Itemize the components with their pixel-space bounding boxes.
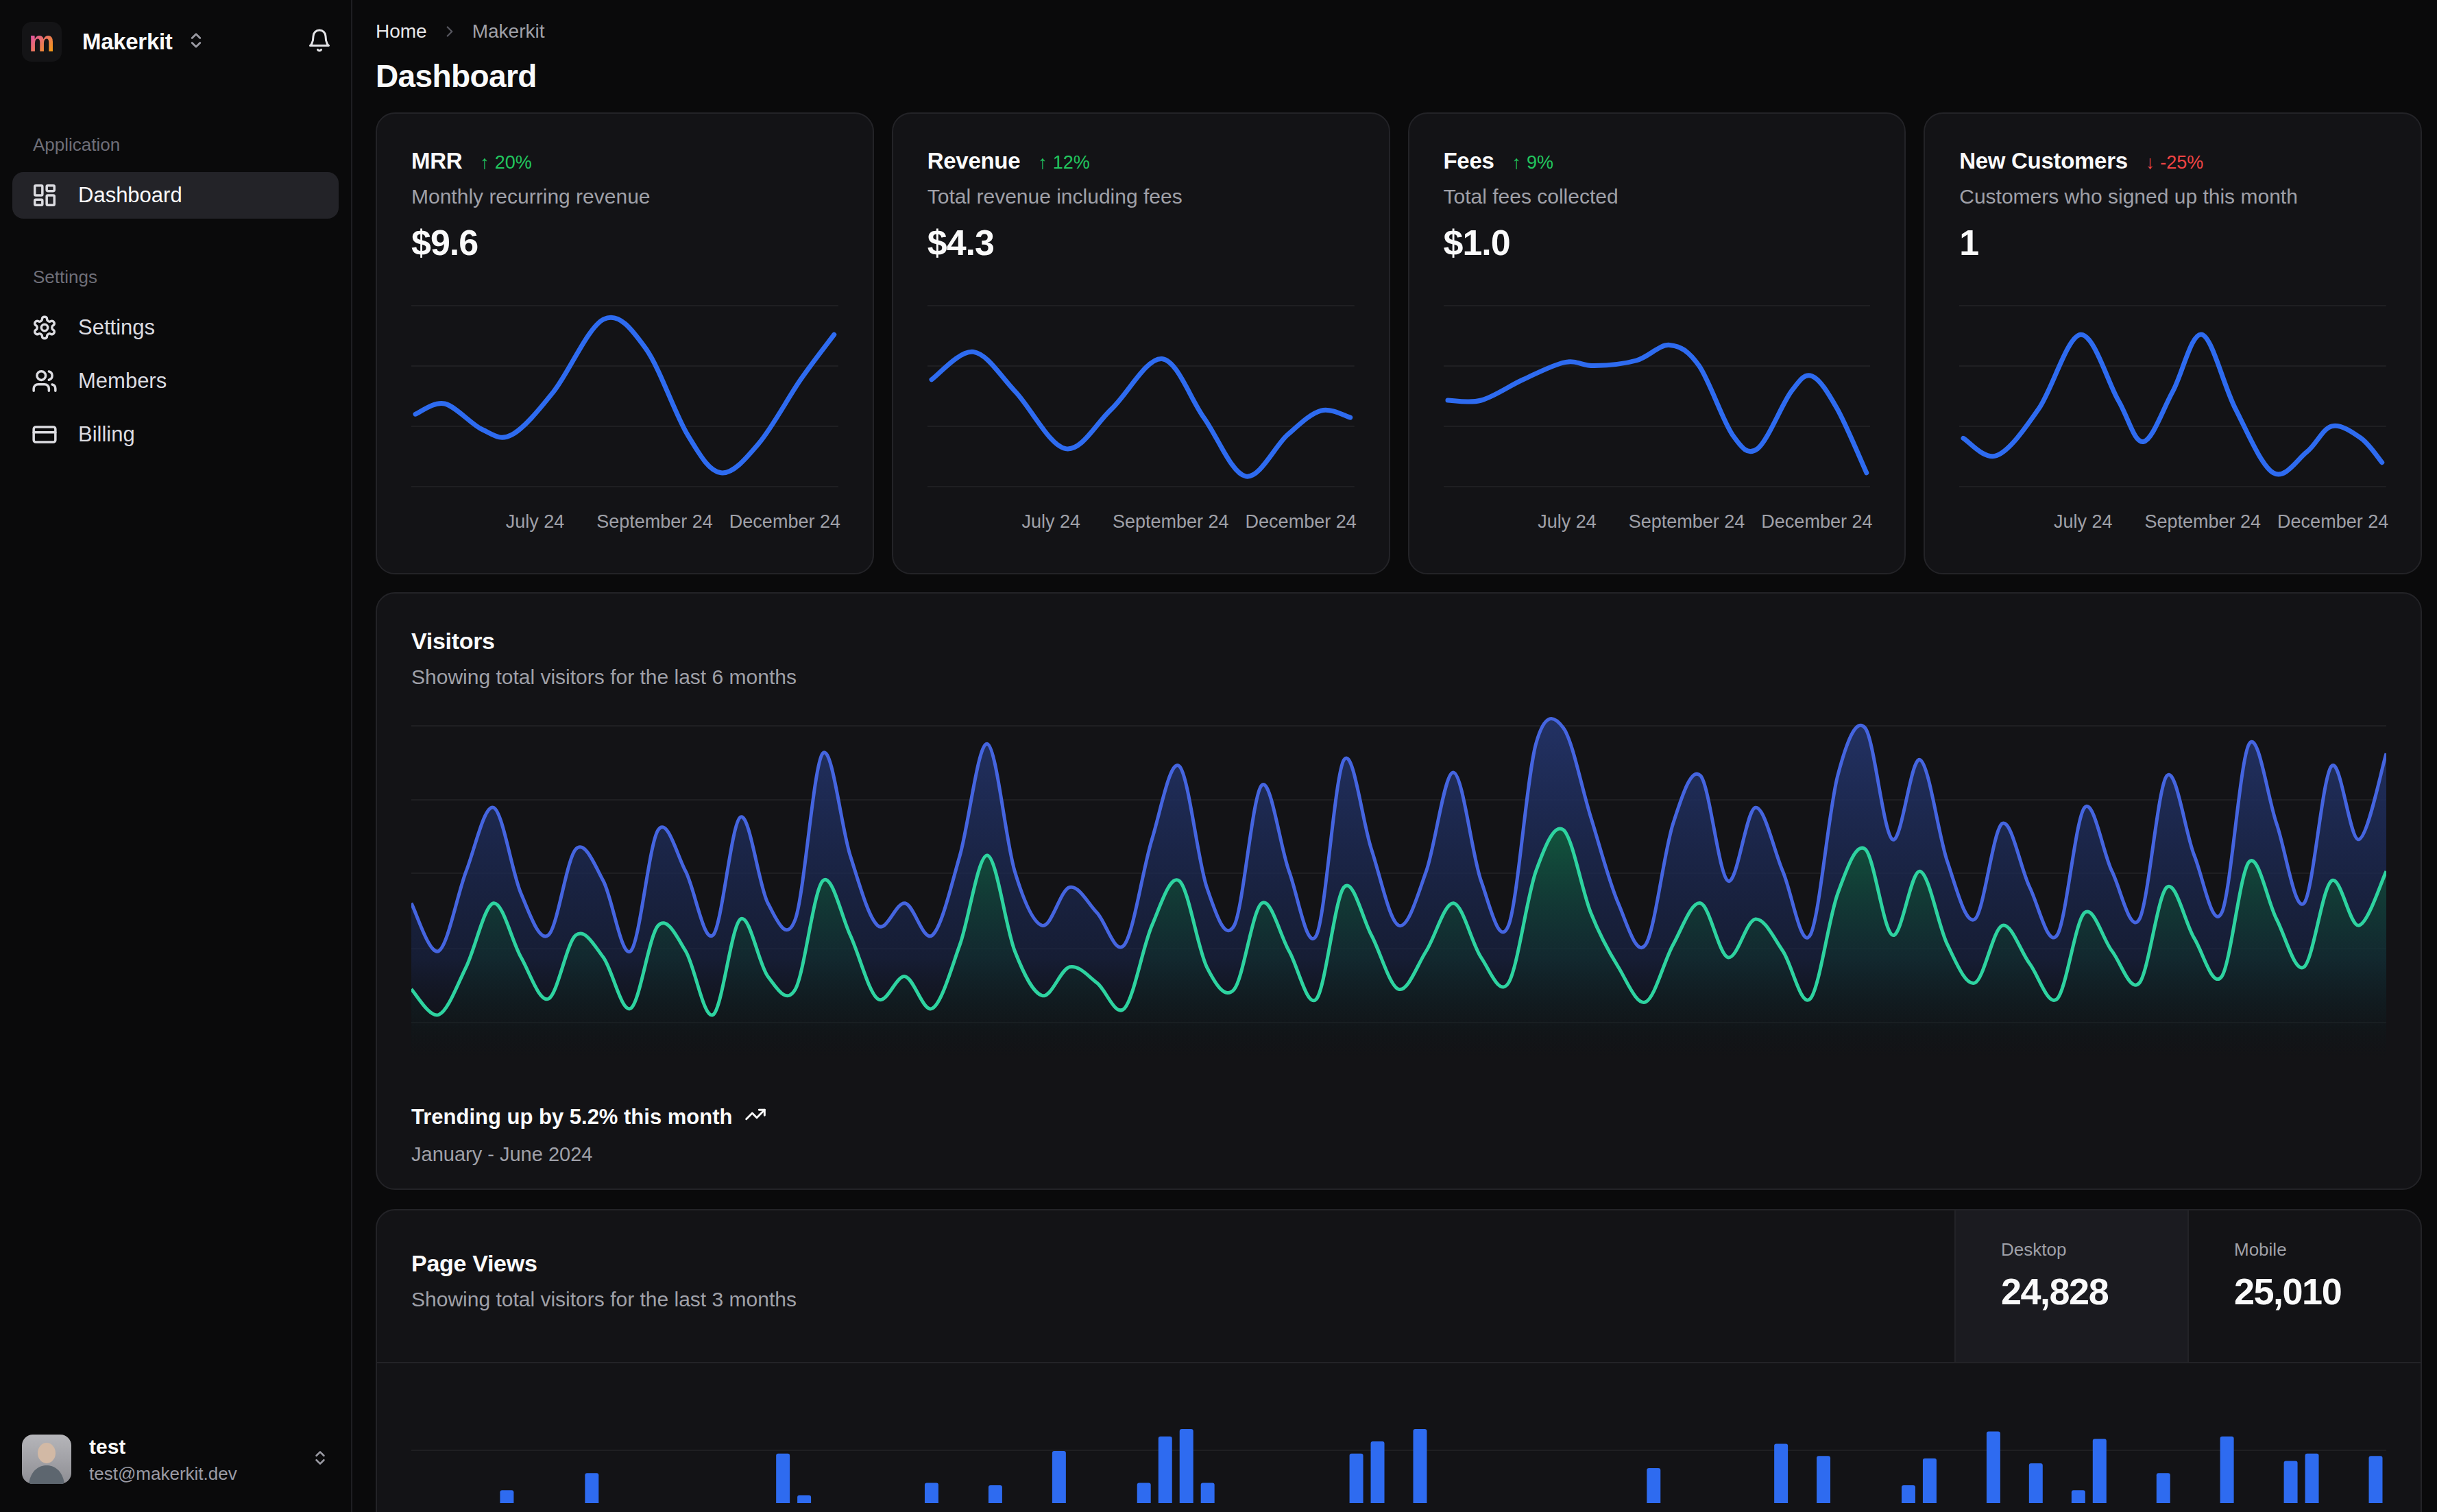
chevron-right-icon <box>441 23 459 40</box>
page-title: Dashboard <box>376 58 2422 95</box>
stat-title: Fees <box>1444 148 1494 174</box>
stat-delta: ↑12% <box>1038 152 1090 173</box>
page-views-header: Page Views Showing total visitors for th… <box>377 1210 2421 1363</box>
sidebar-item-dashboard[interactable]: Dashboard <box>12 172 339 219</box>
sidebar-item-settings[interactable]: Settings <box>12 304 339 351</box>
user-menu[interactable]: test test@makerkit.dev <box>12 1427 339 1491</box>
chevrons-up-down-icon <box>186 31 206 53</box>
stat-card-mrr: MRR ↑20% Monthly recurring revenue $9.6 July… <box>376 112 874 574</box>
stat-card-new-customers: New Customers ↓-25% Customers who signed u… <box>1924 112 2422 574</box>
trending-up-icon <box>744 1103 766 1131</box>
stat-card-fees: Fees ↑9% Total fees collected $1.0 July 24Se… <box>1408 112 1906 574</box>
stat-value: $4.3 <box>927 222 1355 263</box>
visitors-title: Visitors <box>411 628 2386 655</box>
breadcrumb-home[interactable]: Home <box>376 21 427 42</box>
stat-sparkline-chart[interactable] <box>927 297 1355 496</box>
breadcrumb-current: Makerkit <box>472 21 545 42</box>
trend-up-arrow-icon: ↑ <box>1512 152 1522 173</box>
sidebar-item-label: Members <box>78 369 167 393</box>
notifications-bell-icon[interactable] <box>307 28 332 56</box>
sidebar-item-billing[interactable]: Billing <box>12 411 339 458</box>
visitors-date-range: January - June 2024 <box>411 1143 766 1166</box>
stat-description: Total fees collected <box>1444 185 1871 208</box>
stat-card-revenue: Revenue ↑12% Total revenue including fees $… <box>892 112 1390 574</box>
stat-delta: ↑20% <box>480 152 532 173</box>
stat-cards-row: MRR ↑20% Monthly recurring revenue $9.6 July… <box>376 112 2422 574</box>
visitors-card: Visitors Showing total visitors for the … <box>376 592 2422 1190</box>
stat-description: Customers who signed up this month <box>1959 185 2386 208</box>
sidebar-item-label: Billing <box>78 422 135 447</box>
credit-card-icon <box>32 422 58 448</box>
avatar <box>22 1435 71 1484</box>
stat-sparkline-chart[interactable] <box>411 297 838 496</box>
page-views-titles: Page Views Showing total visitors for th… <box>377 1210 1954 1362</box>
stat-description: Monthly recurring revenue <box>411 185 838 208</box>
user-meta: test test@makerkit.dev <box>89 1434 237 1485</box>
stat-value: $1.0 <box>1444 222 1871 263</box>
gear-icon <box>32 315 58 341</box>
stat-title: MRR <box>411 148 462 174</box>
section-label-settings: Settings <box>12 267 339 288</box>
stat-title: Revenue <box>927 148 1020 174</box>
nav-settings: Settings Members Billing <box>12 304 339 458</box>
chevrons-up-down-icon <box>311 1449 329 1470</box>
stat-delta: ↑9% <box>1512 152 1554 173</box>
page-views-stat-desktop[interactable]: Desktop 24,828 <box>1954 1210 2187 1362</box>
stat-sparkline-chart[interactable] <box>1959 297 2386 496</box>
trend-up-arrow-icon: ↑ <box>1038 152 1047 173</box>
visitors-area-chart[interactable] <box>411 714 2386 1060</box>
sidebar-item-label: Dashboard <box>78 183 182 208</box>
breadcrumb: Home Makerkit <box>376 21 2422 42</box>
stat-title: New Customers <box>1959 148 2128 174</box>
visitors-footer: Trending up by 5.2% this month January -… <box>411 1103 766 1166</box>
user-email: test@makerkit.dev <box>89 1463 237 1485</box>
stat-x-labels: July 24September 24December 24 <box>1444 511 1871 535</box>
page-views-bar-chart[interactable] <box>411 1363 2386 1503</box>
users-icon <box>32 368 58 394</box>
page-views-card: Page Views Showing total visitors for th… <box>376 1209 2422 1512</box>
app-root: m Makerkit Application Dashboard Setting… <box>0 0 2437 1512</box>
stat-x-labels: July 24September 24December 24 <box>1959 511 2386 535</box>
nav-application: Dashboard <box>12 172 339 219</box>
visitors-subtitle: Showing total visitors for the last 6 mo… <box>411 666 2386 689</box>
workspace-switcher[interactable]: m Makerkit <box>12 16 339 67</box>
sidebar-item-members[interactable]: Members <box>12 358 339 404</box>
stat-value: 1 <box>1959 222 2386 263</box>
section-label-application: Application <box>12 134 339 156</box>
stat-value: $9.6 <box>411 222 838 263</box>
makerkit-logo: m <box>22 22 62 62</box>
trend-up-arrow-icon: ↑ <box>480 152 489 173</box>
visitors-trend-text: Trending up by 5.2% this month <box>411 1105 732 1130</box>
layout-dashboard-icon <box>32 182 58 208</box>
stat-sparkline-chart[interactable] <box>1444 297 1871 496</box>
stat-delta: ↓-25% <box>2146 152 2204 173</box>
stat-description: Total revenue including fees <box>927 185 1355 208</box>
trend-down-arrow-icon: ↓ <box>2146 152 2155 173</box>
stat-x-labels: July 24September 24December 24 <box>411 511 838 535</box>
sidebar-item-label: Settings <box>78 315 155 340</box>
sidebar: m Makerkit Application Dashboard Setting… <box>0 0 352 1512</box>
user-name: test <box>89 1434 237 1460</box>
stat-x-labels: July 24September 24December 24 <box>927 511 1355 535</box>
page-views-subtitle: Showing total visitors for the last 3 mo… <box>411 1288 1954 1311</box>
page-views-title: Page Views <box>411 1250 1954 1277</box>
workspace-name: Makerkit <box>82 29 173 55</box>
page-views-stat-mobile[interactable]: Mobile 25,010 <box>2187 1210 2421 1362</box>
main-content: Home Makerkit Dashboard MRR ↑20% Monthly r… <box>352 0 2437 1512</box>
